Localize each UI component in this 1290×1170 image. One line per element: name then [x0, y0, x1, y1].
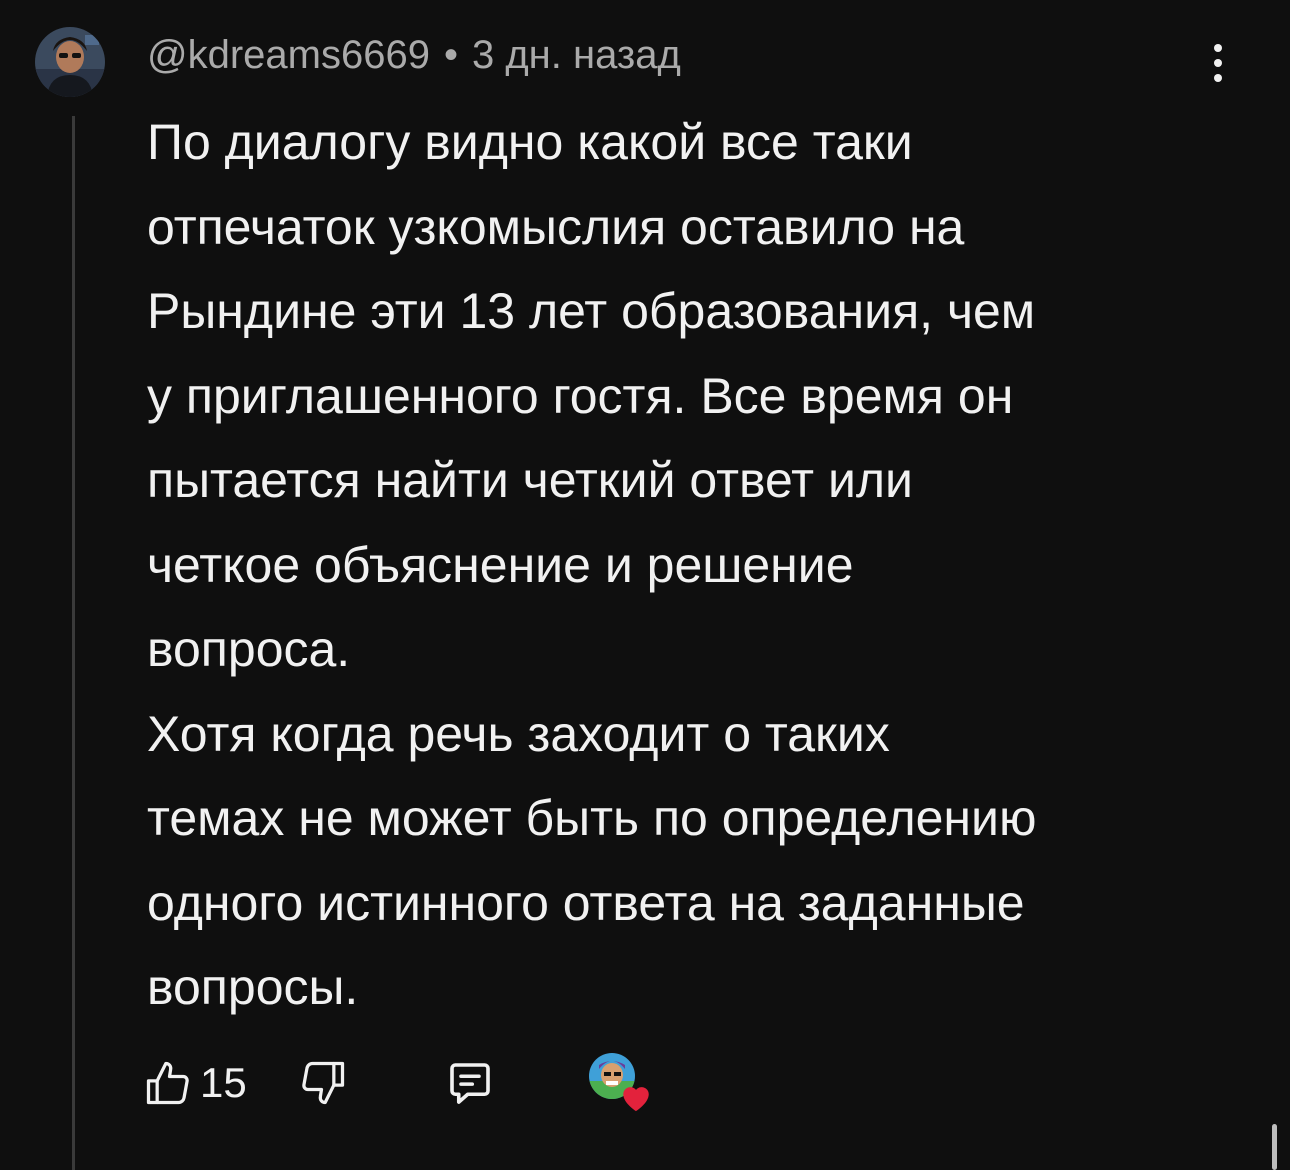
comment-line: одного истинного ответа на заданные: [147, 874, 1025, 931]
comment-line: вопроса.: [147, 621, 351, 677]
comment-text: По диалогу видно какой все таки отпечато…: [147, 100, 1247, 1030]
comment-line: отпечаток узкомыслия оставило на: [147, 198, 965, 255]
heart-icon: [622, 1087, 649, 1112]
separator-dot: •: [443, 32, 458, 77]
scrollbar-thumb[interactable]: [1272, 1124, 1277, 1170]
comment-line: пытается найти четкий ответ или: [147, 452, 913, 508]
thumb-down-icon[interactable]: [297, 1057, 349, 1109]
like-count: 15: [200, 1059, 247, 1106]
creator-heart-badge: [588, 1053, 649, 1113]
reply-icon[interactable]: [443, 1056, 497, 1110]
thread-line: [72, 116, 75, 1170]
comment-line: четкое объяснение и решение: [147, 536, 854, 593]
more-vert-icon[interactable]: [1200, 40, 1236, 86]
author-handle[interactable]: @kdreams6669: [147, 33, 430, 78]
comment-actions: 15: [142, 1050, 649, 1116]
comment-header: @kdreams6669 • 3 дн. назад: [147, 28, 681, 82]
comment-line: Рындине эти 13 лет образования, чем: [147, 283, 1036, 339]
comment-timestamp[interactable]: 3 дн. назад: [472, 33, 681, 78]
author-avatar[interactable]: [35, 27, 105, 97]
comment-line: Хотя когда речь заходит о таких: [147, 705, 890, 762]
comment-line: темах не может быть по определению: [147, 790, 1037, 846]
comment-line: у приглашенного гостя. Все время он: [147, 367, 1014, 424]
comment-line: вопросы.: [147, 959, 359, 1015]
comment-line: По диалогу видно какой все таки: [147, 114, 913, 170]
like-button[interactable]: 15: [142, 1057, 247, 1109]
thumb-up-icon[interactable]: [142, 1057, 194, 1109]
